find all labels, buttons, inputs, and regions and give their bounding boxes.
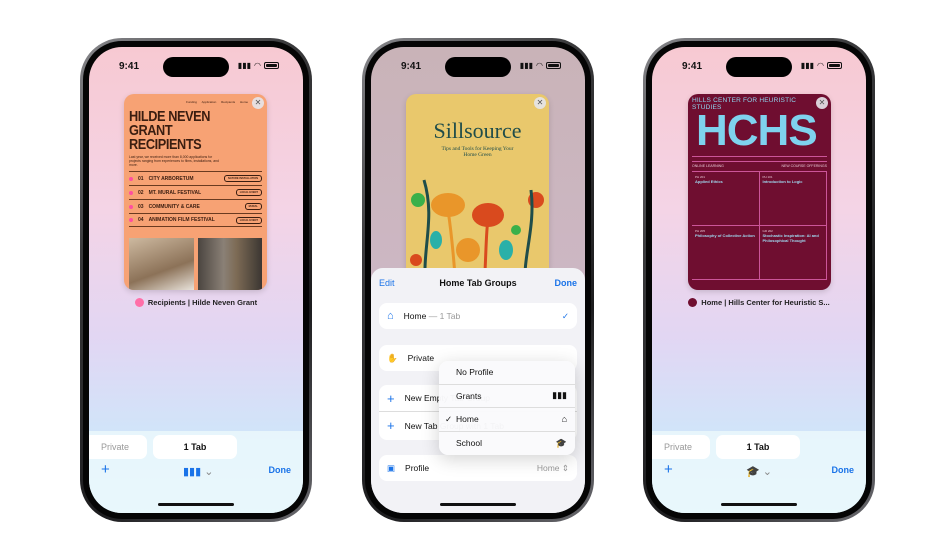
tab-caption: Home | Hills Center for Heuristic S... [652,298,866,307]
books-icon: ▮▮▮ [552,390,567,401]
iphone-right: 9:41 ▮▮▮ ◠ HILLS CENTER FOR HEURISTIC STU… [643,38,875,522]
course-card: PH 201 Applied Ethics [692,172,760,226]
status-time: 9:41 [119,61,140,72]
floral-illustration [410,179,544,284]
signal-icon: ▮▮▮ [519,61,534,70]
home-indicator [158,503,234,506]
close-tab-icon[interactable]: ✕ [816,97,828,109]
home-indicator [721,503,797,506]
menu-item-grants[interactable]: Grants ▮▮▮ [439,385,575,408]
close-tab-icon[interactable]: ✕ [534,97,546,109]
signal-icon: ▮▮▮ [237,61,252,70]
site-subtitle: Tips and Tools for Keeping Your Home Gre… [441,146,514,158]
close-tab-icon[interactable]: ✕ [252,97,264,109]
menu-item-no-profile[interactable]: No Profile [439,361,575,385]
photo-sculpture [129,238,194,290]
status-icons: ▮▮▮ ◠ [801,61,842,70]
books-icon: ▮▮▮ [183,466,202,478]
site-nav: Funding Application Recipients Home [186,100,248,104]
battery-icon [827,62,842,69]
course-card: PH 205 Philosophy of Collective Action [692,226,760,280]
menu-item-school[interactable]: School 🎓 [439,432,575,456]
chevron-down-icon: ⌄ [204,466,214,478]
signal-icon: ▮▮▮ [800,61,815,70]
profile-row[interactable]: ▣ Profile Home ⇕ [379,455,577,481]
favicon [134,298,144,307]
course-card: PH 101 Introduction to Logic [759,172,827,226]
dynamic-island [726,57,792,77]
photo-alley [197,238,262,290]
screen: 9:41 ▮▮▮ ◠ Funding Application Recipients… [89,47,303,513]
list-item: 01 CITY ARBORETUM NATURE INSTALLATION [129,171,262,185]
battery-icon [264,62,279,69]
dynamic-island [163,57,229,77]
tab-card-grant[interactable]: Funding Application Recipients Home HILD… [124,94,267,290]
online-learning-label: ONLINE LEARNING [692,164,724,168]
tab-groups-button[interactable]: 🎓 ⌄ [746,465,772,478]
tab-card-hchs[interactable]: HILLS CENTER FOR HEURISTIC STUDIES HCHS … [688,94,831,290]
site-title: HILDE NEVEN GRANT RECIPIENTS [129,108,211,153]
chevron-down-icon: ⌄ [762,466,772,478]
hand-icon: ✋ [387,352,398,363]
wifi-icon: ◠ [254,61,261,70]
course-card: GR 202 Stochastic Inspiration: AI and Phi… [759,226,827,280]
tab-caption: Recipients | Hilde Neven Grant [89,298,303,307]
graduation-cap-icon: 🎓 [746,466,760,478]
add-tab-button[interactable]: + [664,461,673,478]
site-intro: Last year, we received more than 8,000 a… [129,155,219,167]
profile-select[interactable]: Home ⇕ [537,463,569,474]
tab-group-private[interactable]: Private [89,435,147,459]
graduation-cap-icon: 🎓 [555,437,567,448]
done-button[interactable]: Done [269,465,292,475]
dynamic-island [445,57,511,77]
site-logo: HCHS [696,106,818,155]
add-tab-button[interactable]: + [101,461,110,478]
sheet-title: Home Tab Groups [439,278,517,288]
status-time: 9:41 [682,61,703,72]
tab-bar: Private 1 Tab + ▮▮▮ ⌄ Done [89,431,303,513]
tab-groups-button[interactable]: ▮▮▮ ⌄ [183,465,213,478]
screen: 9:41 ▮▮▮ ◠ HILLS CENTER FOR HEURISTIC STU… [652,47,866,513]
status-icons: ▮▮▮ ◠ [238,61,279,70]
profile-menu: No Profile Grants ▮▮▮ ✓ Home ⌂ School 🎓 [439,361,575,455]
plus-icon: + [387,418,395,433]
plus-icon: + [387,390,395,406]
home-indicator [440,503,516,506]
house-icon: ⌂ [561,414,567,425]
list-item: 02 MT. MURAL FESTIVAL LOCAL EVENT [129,185,262,199]
tab-bar: Private 1 Tab + 🎓 ⌄ Done [652,431,866,513]
profile-icon: ▣ [387,462,396,473]
site-nav [692,156,827,162]
list-item: 04 ANIMATION FILM FESTIVAL LOCAL EVENT [129,213,262,227]
house-icon: ⌂ [387,310,394,322]
checkmark-icon: ✓ [561,310,569,321]
status-time: 9:41 [401,61,422,72]
status-icons: ▮▮▮ ◠ [520,61,561,70]
done-button[interactable]: Done [832,465,855,475]
favicon [688,298,698,307]
checkmark-icon: ✓ [445,413,453,424]
site-title: Sillsource [433,118,522,143]
menu-item-home[interactable]: ✓ Home ⌂ [439,408,575,432]
new-courses-label: NEW COURSE OFFERINGS [781,164,827,168]
tab-group-current[interactable]: 1 Tab [153,435,237,459]
iphone-left: 9:41 ▮▮▮ ◠ Funding Application Recipients… [80,38,312,522]
screen: 9:41 ▮▮▮ ◠ Sillsource Tips and Tools for … [371,47,585,513]
iphone-middle: 9:41 ▮▮▮ ◠ Sillsource Tips and Tools for … [362,38,594,522]
wifi-icon: ◠ [536,61,543,70]
wifi-icon: ◠ [817,61,824,70]
tab-group-private[interactable]: Private [652,435,710,459]
done-button[interactable]: Done [555,278,578,288]
tab-card-sillsource[interactable]: Sillsource Tips and Tools for Keeping Yo… [406,94,549,284]
list-item: 03 COMMUNITY & CARE MURAL [129,199,262,213]
tab-group-home-row[interactable]: ⌂ Home — 1 Tab ✓ [379,303,577,329]
battery-icon [546,62,561,69]
tab-group-current[interactable]: 1 Tab [716,435,800,459]
